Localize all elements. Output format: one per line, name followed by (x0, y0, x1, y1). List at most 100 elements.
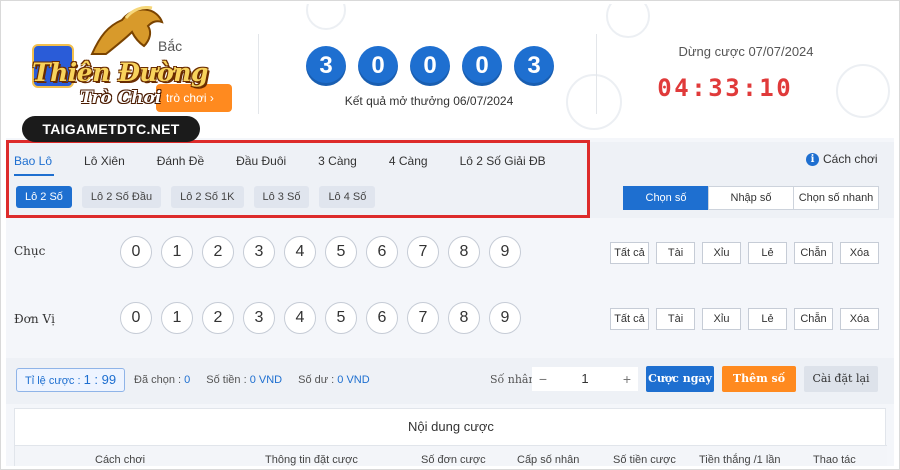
digit-button[interactable]: 9 (489, 302, 521, 334)
reset-button[interactable]: Cài đặt lại (804, 366, 878, 392)
result-balls: 3 0 0 0 3 (306, 46, 554, 86)
odd-button[interactable]: Lẻ (748, 242, 787, 264)
digit-picker: 0 1 2 3 4 5 6 7 8 9 (120, 302, 521, 334)
odd-button[interactable]: Lẻ (748, 308, 787, 330)
small-button[interactable]: Xỉu (702, 308, 741, 330)
countdown-char: : (691, 74, 706, 102)
result-ball: 0 (410, 46, 450, 86)
chosen-count: Đã chọn : 0 (134, 374, 191, 386)
result-date: Kết quả mở thưởng 06/07/2024 (344, 94, 514, 108)
increase-button[interactable]: + (616, 367, 638, 391)
digit-button[interactable]: 5 (325, 302, 357, 334)
row-label: Chục (14, 244, 46, 258)
countdown-char: 4 (674, 74, 689, 102)
countdown-char: 1 (759, 74, 774, 102)
mode-quick-choose[interactable]: Chọn số nhanh (793, 186, 879, 210)
digit-button[interactable]: 1 (161, 302, 193, 334)
even-button[interactable]: Chẵn (794, 308, 833, 330)
logo-subtitle: Trò Chơi (80, 88, 162, 108)
clear-button[interactable]: Xóa (840, 308, 879, 330)
digit-button[interactable]: 0 (120, 302, 152, 334)
column-header: Thông tin đặt cược (265, 454, 358, 466)
horse-icon (90, 6, 164, 55)
column-header: Thao tác (813, 454, 856, 466)
multiplier-stepper: − 1 + (532, 367, 638, 391)
bet-now-button[interactable]: Cược ngay (646, 366, 714, 392)
select-all-button[interactable]: Tất cả (610, 308, 649, 330)
countdown-char: 0 (657, 74, 672, 102)
column-header: Cách chơi (95, 454, 146, 466)
stop-betting-label: Dừng cược 07/07/2024 (678, 44, 814, 59)
quick-select-buttons: Tất cả Tài Xỉu Lẻ Chẵn Xóa (610, 308, 879, 330)
digit-button[interactable]: 6 (366, 302, 398, 334)
countdown-char: 0 (776, 74, 791, 102)
clear-button[interactable]: Xóa (840, 242, 879, 264)
balance: Số dư : 0 VND (298, 374, 370, 386)
digit-button[interactable]: 4 (284, 236, 316, 268)
countdown-char: : (742, 74, 757, 102)
add-number-button[interactable]: Thêm số (722, 366, 796, 392)
digit-button[interactable]: 8 (448, 236, 480, 268)
info-icon: i (806, 152, 819, 166)
digit-button[interactable]: 2 (202, 302, 234, 334)
result-ball: 0 (358, 46, 398, 86)
units-row: Đơn Vị 0 1 2 3 4 5 6 7 8 9 Tất cả Tài Xỉ… (6, 286, 894, 354)
column-header: Số đơn cược (421, 454, 486, 466)
table-title: Nội dung cược (408, 419, 494, 434)
mode-enter-number[interactable]: Nhập số (708, 186, 794, 210)
odds-label: Tỉ lệ cược : (25, 375, 81, 387)
digit-button[interactable]: 1 (161, 236, 193, 268)
input-mode-toggle: Chọn số Nhập số Chọn số nhanh (623, 186, 879, 210)
column-header: Số tiền cược (613, 454, 676, 466)
digit-button[interactable]: 9 (489, 236, 521, 268)
decorative-ball (606, 4, 650, 38)
digit-button[interactable]: 3 (243, 236, 275, 268)
decrease-button[interactable]: − (532, 367, 554, 391)
digit-button[interactable]: 7 (407, 236, 439, 268)
digit-button[interactable]: 5 (325, 236, 357, 268)
decorative-ball (836, 64, 890, 118)
result-ball: 0 (462, 46, 502, 86)
bet-amount: Số tiền : 0 VND (206, 374, 283, 386)
multiplier-input[interactable]: 1 (554, 367, 616, 391)
big-button[interactable]: Tài (656, 242, 695, 264)
even-button[interactable]: Chẵn (794, 242, 833, 264)
decorative-ball (306, 4, 346, 30)
divider (258, 34, 259, 114)
how-to-play-label: Cách chơi (823, 152, 878, 166)
digit-button[interactable]: 2 (202, 236, 234, 268)
highlight-box (6, 140, 590, 218)
column-header: Cấp số nhân (517, 454, 580, 466)
result-ball: 3 (306, 46, 346, 86)
tens-row: Chục 0 1 2 3 4 5 6 7 8 9 Tất cả Tài Xỉu … (6, 218, 894, 286)
odds-badge: Tỉ lệ cược : 1 : 99 (16, 368, 126, 392)
row-label: Đơn Vị (14, 312, 55, 326)
logo-title: Thiên Đường (32, 58, 208, 87)
digit-button[interactable]: 4 (284, 302, 316, 334)
divider (596, 34, 597, 114)
select-all-button[interactable]: Tất cả (610, 242, 649, 264)
quick-select-buttons: Tất cả Tài Xỉu Lẻ Chẵn Xóa (610, 242, 879, 264)
site-url-badge: TAIGAMETDTC.NET (22, 116, 200, 142)
bet-content-table: Nội dung cược Cách chơi Thông tin đặt cư… (14, 408, 887, 466)
column-header: Tiền thắng /1 lần (699, 454, 781, 466)
big-button[interactable]: Tài (656, 308, 695, 330)
decorative-ball (566, 74, 622, 130)
digit-button[interactable]: 8 (448, 302, 480, 334)
digit-button[interactable]: 7 (407, 302, 439, 334)
countdown-char: 3 (708, 74, 723, 102)
countdown-timer: 0 4 : 3 3 : 1 0 (656, 74, 792, 102)
table-header: Cách chơi Thông tin đặt cược Số đơn cược… (15, 445, 887, 466)
digit-button[interactable]: 6 (366, 236, 398, 268)
how-to-play-link[interactable]: i Cách chơi (806, 152, 878, 166)
digit-button[interactable]: 0 (120, 236, 152, 268)
result-ball: 3 (514, 46, 554, 86)
mode-choose-number[interactable]: Chọn số (623, 186, 709, 210)
digit-button[interactable]: 3 (243, 302, 275, 334)
countdown-char: 3 (725, 74, 740, 102)
small-button[interactable]: Xỉu (702, 242, 741, 264)
odds-value: 1 : 99 (83, 372, 117, 387)
digit-picker: 0 1 2 3 4 5 6 7 8 9 (120, 236, 521, 268)
bet-summary: Đã chọn : 0 Số tiền : 0 VND Số dư : 0 VN… (134, 374, 370, 386)
site-logo: Thiên Đường Trò Chơi (20, 6, 220, 116)
